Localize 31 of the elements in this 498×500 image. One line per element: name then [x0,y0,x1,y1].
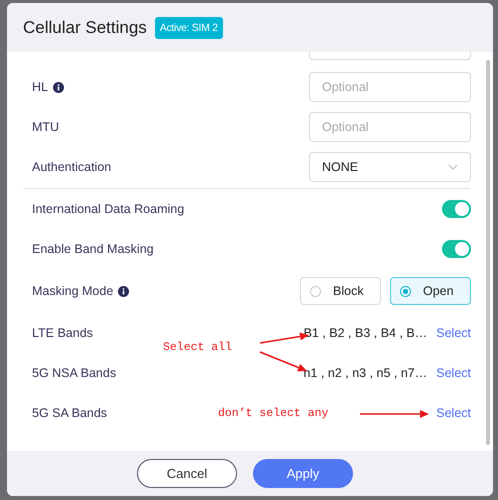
field-label: 5G NSA Bands [32,366,116,380]
field-label: HL [32,80,48,94]
scrollbar[interactable] [486,60,490,445]
toggle-switch[interactable] [442,240,471,258]
chevron-icon [448,164,458,170]
field-label: 5G SA Bands [32,406,108,420]
input-field[interactable]: Optional [309,72,471,102]
field-label: LTE Bands [32,326,93,340]
field-label: International Data Roaming [32,202,184,216]
info-icon[interactable] [52,82,64,92]
dialog-title: Cellular Settings [23,18,147,38]
annotation-arrow [360,410,429,418]
cancel-button[interactable]: Cancel [137,459,237,488]
radio-option[interactable]: Open [390,277,471,305]
select-link[interactable]: Select [436,366,471,380]
dropdown[interactable]: NONE [309,152,471,182]
field-label: Masking Mode [32,284,114,298]
input-field[interactable]: Optional [309,112,471,142]
field-label: Authentication [32,160,112,174]
annotation-text: don’t select any [218,407,328,420]
toggle-switch[interactable] [442,200,471,218]
field-label: MTU [32,120,60,134]
field-label: Enable Band Masking [32,242,154,256]
select-link[interactable]: Select [436,326,471,340]
annotation-text: Select all [163,341,232,354]
apply-button[interactable]: Apply [253,459,353,488]
radio-option[interactable]: Block [300,277,381,305]
band-list: n1 , n2 , n3 , n5 , n7… [304,366,428,380]
status-badge: Active: SIM 2 [154,16,223,38]
info-icon[interactable] [118,286,130,296]
select-link[interactable]: Select [436,406,471,420]
